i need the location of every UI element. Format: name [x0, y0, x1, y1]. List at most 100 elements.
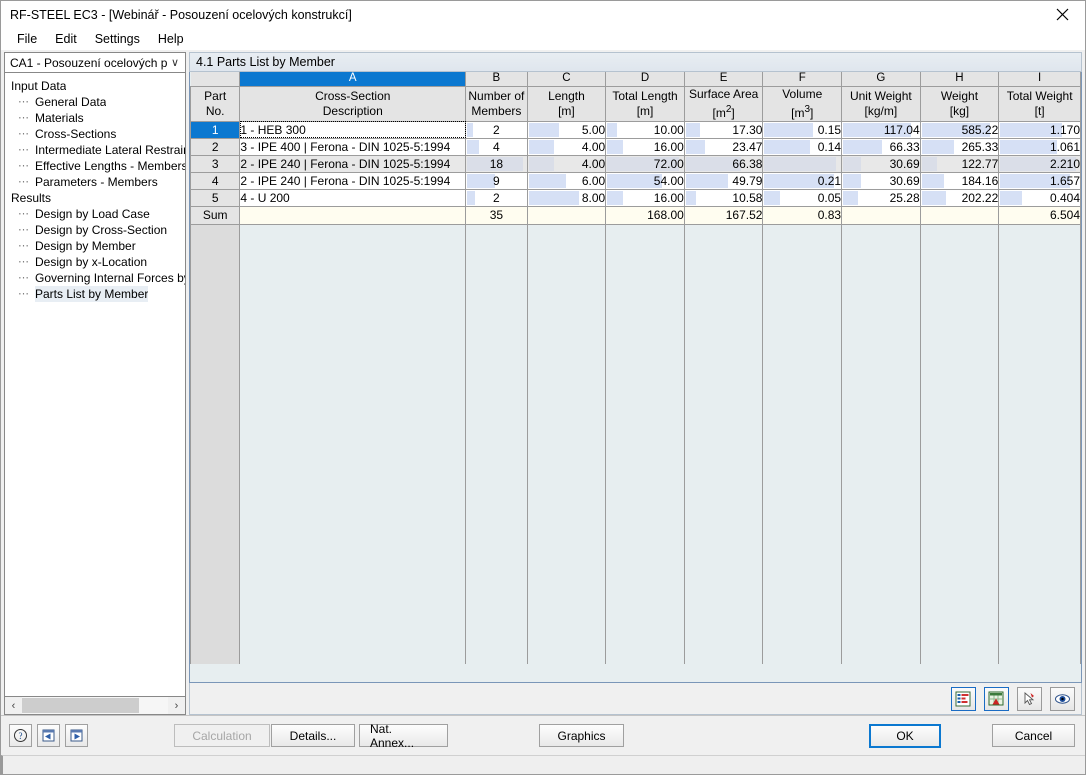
scroll-right-arrow-icon[interactable]: ›: [168, 697, 185, 714]
cell-unit-weight[interactable]: 25.28: [842, 189, 921, 206]
cell-weight[interactable]: 202.22: [920, 189, 999, 206]
cell-number-of-members[interactable]: 9: [466, 172, 527, 189]
cell-length[interactable]: 8.00: [527, 189, 606, 206]
cell-description[interactable]: 3 - IPE 400 | Ferona - DIN 1025-5:1994: [240, 138, 466, 155]
cell-number-of-members[interactable]: 2: [466, 189, 527, 206]
column-letter-b[interactable]: B: [466, 72, 527, 86]
close-button[interactable]: [1039, 1, 1085, 28]
row-number[interactable]: 2: [191, 138, 240, 155]
cell-surface-area[interactable]: 49.79: [684, 172, 763, 189]
sidebar-item-intermediate-lateral-restraints[interactable]: ⋯ Intermediate Lateral Restraints: [5, 142, 185, 158]
column-header-surface-area[interactable]: Surface Area [m2]: [684, 86, 763, 121]
details-button[interactable]: Details...: [271, 724, 355, 747]
cell-surface-area[interactable]: 23.47: [684, 138, 763, 155]
cell-volume[interactable]: 0.15: [763, 121, 842, 138]
row-number[interactable]: 5: [191, 189, 240, 206]
cell-length[interactable]: 6.00: [527, 172, 606, 189]
nat-annex-button[interactable]: Nat. Annex...: [359, 724, 448, 747]
cell-volume[interactable]: 0.14: [763, 138, 842, 155]
cell-total-weight[interactable]: 2.210: [999, 155, 1081, 172]
cell-volume[interactable]: 0.21: [763, 172, 842, 189]
sidebar-item-design-by-cross-section[interactable]: ⋯ Design by Cross-Section: [5, 222, 185, 238]
tree-group-input-data[interactable]: Input Data: [5, 78, 185, 94]
scrollbar-track[interactable]: [22, 697, 168, 714]
column-letter-g[interactable]: G: [842, 72, 921, 86]
navigator-horizontal-scrollbar[interactable]: ‹ ›: [4, 697, 186, 715]
column-letter-e[interactable]: E: [684, 72, 763, 86]
cell-total-weight[interactable]: 1.657: [999, 172, 1081, 189]
ok-button[interactable]: OK: [869, 724, 941, 748]
cell-total-weight[interactable]: 0.404: [999, 189, 1081, 206]
cell-total-length[interactable]: 10.00: [606, 121, 685, 138]
cell-surface-area[interactable]: 66.38: [684, 155, 763, 172]
table-row[interactable]: 5 4 - U 200 2 8.00 16.00 10.58 0.05 25.2…: [191, 189, 1081, 206]
select-in-graphic-button[interactable]: [1017, 687, 1042, 711]
cell-number-of-members[interactable]: 2: [466, 121, 527, 138]
cell-weight[interactable]: 122.77: [920, 155, 999, 172]
cell-description[interactable]: 4 - U 200: [240, 189, 466, 206]
table-row[interactable]: 1 1 - HEB 300 2 5.00 10.00 17.30 0.15 11…: [191, 121, 1081, 138]
menu-file[interactable]: File: [8, 30, 46, 48]
cell-weight[interactable]: 184.16: [920, 172, 999, 189]
row-number[interactable]: 3: [191, 155, 240, 172]
cell-total-weight[interactable]: 1.170: [999, 121, 1081, 138]
column-letter-c[interactable]: C: [527, 72, 606, 86]
sidebar-item-effective-lengths-members[interactable]: ⋯ Effective Lengths - Members: [5, 158, 185, 174]
cell-description[interactable]: 2 - IPE 240 | Ferona - DIN 1025-5:1994: [240, 172, 466, 189]
menu-settings[interactable]: Settings: [86, 30, 149, 48]
cell-unit-weight[interactable]: 66.33: [842, 138, 921, 155]
previous-button[interactable]: [37, 724, 60, 747]
cell-unit-weight[interactable]: 30.69: [842, 155, 921, 172]
column-header-length[interactable]: Length [m]: [527, 86, 606, 121]
sidebar-item-design-by-load-case[interactable]: ⋯ Design by Load Case: [5, 206, 185, 222]
scrollbar-thumb[interactable]: [22, 698, 139, 713]
export-to-excel-button[interactable]: [984, 687, 1009, 711]
sidebar-item-design-by-member[interactable]: ⋯ Design by Member: [5, 238, 185, 254]
row-number[interactable]: 1: [191, 121, 240, 138]
column-letter-d[interactable]: D: [606, 72, 685, 86]
column-header-unit-weight[interactable]: Unit Weight [kg/m]: [842, 86, 921, 121]
column-letter-f[interactable]: F: [763, 72, 842, 86]
cell-surface-area[interactable]: 17.30: [684, 121, 763, 138]
sidebar-item-general-data[interactable]: ⋯ General Data: [5, 94, 185, 110]
cell-total-length[interactable]: 54.00: [606, 172, 685, 189]
cancel-button[interactable]: Cancel: [992, 724, 1075, 747]
sidebar-item-governing-internal-forces[interactable]: ⋯ Governing Internal Forces by M: [5, 270, 185, 286]
column-letter-a[interactable]: A: [240, 72, 466, 86]
navigator-tree[interactable]: Input Data ⋯ General Data ⋯ Materials ⋯ …: [4, 73, 186, 697]
cell-description[interactable]: 2 - IPE 240 | Ferona - DIN 1025-5:1994: [240, 155, 466, 172]
cell-unit-weight[interactable]: 30.69: [842, 172, 921, 189]
help-button[interactable]: ?: [9, 724, 32, 747]
cell-total-length[interactable]: 16.00: [606, 138, 685, 155]
cell-length[interactable]: 4.00: [527, 155, 606, 172]
cell-unit-weight[interactable]: 117.04: [842, 121, 921, 138]
sidebar-item-materials[interactable]: ⋯ Materials: [5, 110, 185, 126]
sidebar-item-design-by-x-location[interactable]: ⋯ Design by x-Location: [5, 254, 185, 270]
sidebar-item-parts-list-by-member[interactable]: ⋯ Parts List by Member: [5, 286, 185, 302]
column-header-cross-section[interactable]: Cross-Section Description: [240, 86, 466, 121]
column-header-number-of-members[interactable]: Number of Members: [466, 86, 527, 121]
cell-number-of-members[interactable]: 18: [466, 155, 527, 172]
cell-number-of-members[interactable]: 4: [466, 138, 527, 155]
cell-length[interactable]: 4.00: [527, 138, 606, 155]
sidebar-item-cross-sections[interactable]: ⋯ Cross-Sections: [5, 126, 185, 142]
cell-volume[interactable]: [763, 155, 842, 172]
column-header-weight[interactable]: Weight [kg]: [920, 86, 999, 121]
column-header-total-weight[interactable]: Total Weight [t]: [999, 86, 1081, 121]
cell-total-weight[interactable]: 1.061: [999, 138, 1081, 155]
table-row[interactable]: 2 3 - IPE 400 | Ferona - DIN 1025-5:1994…: [191, 138, 1081, 155]
column-letter-h[interactable]: H: [920, 72, 999, 86]
tree-group-results[interactable]: Results: [5, 190, 185, 206]
calculation-button[interactable]: Calculation: [174, 724, 270, 747]
cell-total-length[interactable]: 72.00: [606, 155, 685, 172]
cell-weight[interactable]: 265.33: [920, 138, 999, 155]
menu-help[interactable]: Help: [149, 30, 193, 48]
view-mode-button[interactable]: [1050, 687, 1075, 711]
cell-weight[interactable]: 585.22: [920, 121, 999, 138]
table-row[interactable]: 3 2 - IPE 240 | Ferona - DIN 1025-5:1994…: [191, 155, 1081, 172]
cell-total-length[interactable]: 16.00: [606, 189, 685, 206]
graphics-button[interactable]: Graphics: [539, 724, 624, 747]
cell-description[interactable]: 1 - HEB 300: [240, 121, 466, 138]
next-button[interactable]: [65, 724, 88, 747]
row-number[interactable]: 4: [191, 172, 240, 189]
